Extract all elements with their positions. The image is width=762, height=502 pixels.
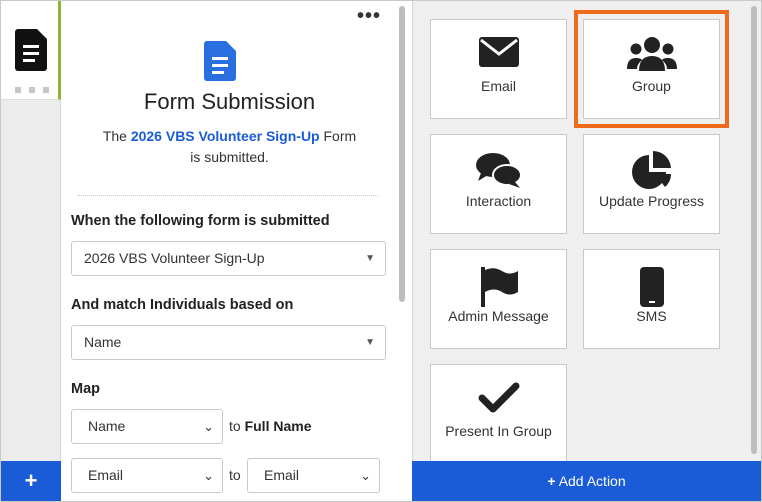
form-select[interactable]: 2026 VBS Volunteer Sign-Up ▼ (71, 241, 386, 276)
envelope-icon (478, 37, 519, 67)
caret-down-icon: ▼ (365, 337, 375, 348)
form-select-label: When the following form is submitted (71, 213, 330, 229)
action-tile-update-progress[interactable]: Update Progress (583, 134, 720, 234)
add-action-label: Add Action (558, 473, 626, 489)
action-tile-label: Update Progress (598, 193, 705, 209)
map-target-value: Email (264, 467, 300, 483)
add-action-button[interactable]: + Add Action (412, 461, 761, 501)
trigger-config-panel: ••• Form Submission The 2026 VBS Volunte… (62, 1, 397, 501)
config-scrollbar[interactable] (399, 6, 405, 302)
palette-scrollbar[interactable] (751, 6, 757, 454)
to-label: to (229, 418, 241, 434)
map-source-value: Email (88, 467, 124, 483)
action-tile-label: Admin Message (448, 308, 549, 324)
form-select-value: 2026 VBS Volunteer Sign-Up (84, 250, 265, 266)
step-form-submission-tile[interactable] (1, 1, 61, 100)
form-document-icon (204, 41, 236, 81)
match-select-value: Name (84, 334, 122, 350)
pie-chart-icon (631, 151, 671, 189)
checkmark-icon (478, 382, 519, 413)
description-mid: Form (323, 128, 357, 144)
trigger-description: The 2026 VBS Volunteer Sign-Up Form is s… (92, 126, 367, 168)
chat-bubbles-icon (475, 153, 522, 188)
action-tile-label: Present In Group (445, 423, 552, 439)
action-tile-label: Group (632, 78, 671, 94)
description-prefix: The (102, 128, 127, 144)
map-source-select-1[interactable]: Name ⌄ (71, 409, 223, 444)
action-tile-email[interactable]: Email (430, 19, 567, 119)
target-field-name: Full Name (244, 418, 312, 434)
page-title: Form Submission (143, 89, 316, 114)
more-options-icon[interactable]: ••• (357, 5, 381, 28)
action-tile-sms[interactable]: SMS (583, 249, 720, 349)
action-tile-label: Email (480, 78, 516, 94)
mobile-phone-icon (639, 267, 664, 307)
chevron-down-icon: ⌄ (203, 419, 214, 434)
chevron-down-icon: ⌄ (203, 468, 214, 483)
action-tile-label: SMS (636, 308, 667, 324)
action-tile-interaction[interactable]: Interaction (430, 134, 567, 234)
users-icon (626, 37, 677, 71)
action-tile-admin-message[interactable]: Admin Message (430, 249, 567, 349)
map-target-select-2[interactable]: Email ⌄ (247, 458, 380, 493)
plus-icon: + (547, 473, 556, 489)
divider (78, 195, 378, 196)
to-label: to (229, 467, 241, 483)
plus-icon: + (24, 468, 38, 493)
map-source-select-2[interactable]: Email ⌄ (71, 458, 223, 493)
action-palette: Email Group Interaction Update Progress (412, 1, 761, 464)
caret-down-icon: ▼ (365, 253, 375, 264)
match-select[interactable]: Name ▼ (71, 325, 386, 360)
description-suffix: is submitted. (190, 149, 269, 165)
match-select-label: And match Individuals based on (71, 297, 294, 313)
document-icon (15, 29, 47, 71)
action-tile-group[interactable]: Group (574, 10, 729, 128)
action-tile-present-in-group[interactable]: Present In Group (430, 364, 567, 464)
map-source-value: Name (88, 418, 126, 434)
description-form-name: 2026 VBS Volunteer Sign-Up (130, 128, 320, 144)
steps-rail: + (1, 1, 61, 501)
chevron-down-icon: ⌄ (360, 468, 371, 483)
map-row-1-target: to Full Name (229, 418, 311, 434)
add-step-button[interactable]: + (1, 461, 61, 501)
flag-icon (480, 267, 518, 307)
action-tile-label: Interaction (465, 193, 532, 209)
drag-handle-icon[interactable] (15, 87, 49, 93)
map-label: Map (71, 381, 100, 397)
